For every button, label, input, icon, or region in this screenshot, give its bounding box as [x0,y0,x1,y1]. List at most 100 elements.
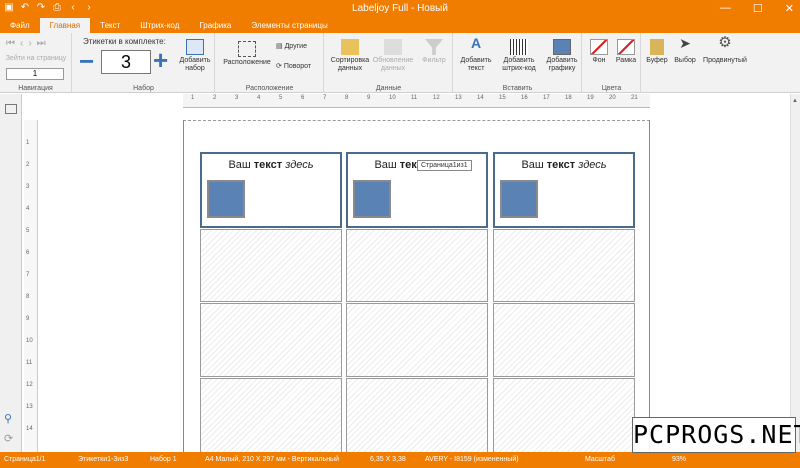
ribbon-tabs: Файл Главная Текст Штрих-код Графика Эле… [0,18,800,33]
ruler-tick-label: 10 [26,338,33,344]
ruler-tick-label: 16 [521,95,528,101]
decrease-icon[interactable]: − [79,48,94,74]
label-text[interactable]: Ваш текст здесь [202,159,340,171]
refresh-data-button[interactable]: Обновление данных [371,39,415,73]
tab-page-elements[interactable]: Элементы страницы [241,18,337,33]
label-text[interactable]: Ваш текст здесь [495,159,633,171]
nav-arrows-icon[interactable]: ⏮‹›⏭ [6,38,51,49]
ruler-tick-label: 14 [26,426,33,432]
status-scale: Масштаб [585,456,615,463]
rotate-button[interactable]: ⟳ Поворот [276,63,322,71]
increase-icon[interactable]: + [153,47,168,73]
advanced-button[interactable]: ⚙ Продвинутый [700,35,750,65]
label-cell[interactable]: Ваш текст здесь [200,152,342,228]
select-button[interactable]: ➤ Выбор [672,35,698,65]
horizontal-ruler: 1 2 3 4 5 6 7 8 9 10 11 12 13 14 15 16 17 18 19 20 21 [183,94,650,108]
ruler-tick-label: 8 [345,95,349,101]
refresh-icon [384,39,402,55]
image-placeholder-icon[interactable] [353,180,391,218]
ruler-tick-label: 18 [565,95,572,101]
empty-label-cell[interactable] [493,229,635,302]
layout-icon [238,41,256,57]
tab-file[interactable]: Файл [0,18,40,33]
empty-label-cell[interactable] [346,303,488,377]
panel-icon[interactable] [5,104,17,114]
add-barcode-label: Добавить штрих-код [502,57,536,72]
add-text-button[interactable]: A Добавить текст [456,36,496,73]
ruler-tick-label: 21 [631,95,638,101]
empty-label-cell[interactable] [200,303,342,377]
watermark: PCPROGS.NET [632,417,800,453]
add-graphic-label: Добавить графику [546,57,578,72]
cursor-icon: ➤ [679,35,691,51]
image-placeholder-icon[interactable] [500,180,538,218]
ruler-tick-label: 20 [609,95,616,101]
group-insert: A Добавить текст Добавить штрих-код Доба… [454,33,582,93]
add-set-icon [186,39,204,55]
background-color-button[interactable]: Фон [587,39,611,65]
empty-label-cell[interactable] [346,229,488,302]
ruler-tick-label: 5 [26,228,30,234]
filter-label: Фильтр [422,57,446,64]
image-placeholder-icon[interactable] [207,180,245,218]
maximize-icon[interactable]: ☐ [753,2,763,15]
group-arrange: Расположение ▤ Другие ⟳ Поворот Располож… [216,33,324,93]
clipboard-button[interactable]: Буфер [644,39,670,65]
refresh-side-icon[interactable]: ⟳ [4,432,13,445]
labels-count-input[interactable]: 3 [101,50,151,74]
tab-home[interactable]: Главная [39,18,91,33]
advanced-label: Продвинутый [703,57,747,64]
add-graphic-button[interactable]: Добавить графику [542,39,582,73]
ruler-tick-label: 11 [26,360,33,366]
ruler-tick-label: 4 [257,95,261,101]
tab-barcode[interactable]: Штрих-код [130,18,189,33]
page-number-input[interactable]: 1 [6,68,64,80]
group-colors: Фон Рамка Цвета [583,33,641,93]
empty-label-cell[interactable] [200,229,342,302]
group-label: Набор [133,85,154,92]
ruler-tick-label: 13 [455,95,462,101]
scroll-up-icon[interactable]: ▲ [792,98,798,104]
group-navigation: ⏮‹›⏭ Зейти на страницу 1 Навигация [0,33,72,93]
plugin-icon[interactable]: ⚲ [4,412,12,425]
status-zoom[interactable]: 93% [672,456,686,463]
ribbon: ⏮‹›⏭ Зейти на страницу 1 Навигация Этике… [0,33,800,93]
tab-text[interactable]: Текст [90,18,130,33]
vertical-scrollbar[interactable]: ▲ [790,94,800,452]
other-button[interactable]: ▤ Другие [276,43,322,51]
empty-label-cell[interactable] [200,378,342,453]
empty-label-cell[interactable] [346,378,488,453]
layout-label: Расположение [223,59,271,66]
ruler-tick-label: 7 [323,95,327,101]
left-toolbar: ⚲ ⟳ [0,94,22,452]
add-set-button[interactable]: Добавить набор [176,39,214,73]
ruler-tick-label: 3 [26,184,30,190]
layout-button[interactable]: Расположение [218,41,276,67]
group-label: Навигация [18,85,53,92]
clipboard-icon [650,39,664,55]
filter-button[interactable]: Фильтр [417,39,451,65]
frame-color-button[interactable]: Рамка [613,39,639,65]
page-tooltip: Страница1из1 [417,160,472,171]
ruler-tick-label: 2 [26,162,30,168]
status-bar: Страница1/1 Этикетки1-3из3 Набор 1 А4 Ма… [0,452,800,468]
add-barcode-button[interactable]: Добавить штрих-код [496,39,542,73]
group-label: Расположение [245,85,294,92]
ruler-tick-label: 15 [499,95,506,101]
ruler-tick-label: 1 [191,95,195,101]
label-cell[interactable]: Ваш текст здесь [493,152,635,228]
close-icon[interactable]: ✕ [785,2,794,15]
empty-label-cell[interactable] [493,378,635,453]
sort-data-button[interactable]: Сортировка данных [329,39,371,73]
window-title: Labeljoy Full - Новый [352,3,448,14]
ruler-tick-label: 1 [26,140,30,146]
tab-graphics[interactable]: Графика [189,18,241,33]
status-template[interactable]: AVERY - I8159 (измененный) [425,456,519,463]
empty-label-cell[interactable] [493,303,635,377]
ruler-tick-label: 6 [26,250,30,256]
sort-icon [341,39,359,55]
minimize-icon[interactable]: — [720,2,731,15]
ruler-tick-label: 6 [301,95,305,101]
refresh-label: Обновление данных [372,57,414,72]
ruler-tick-label: 12 [26,382,33,388]
